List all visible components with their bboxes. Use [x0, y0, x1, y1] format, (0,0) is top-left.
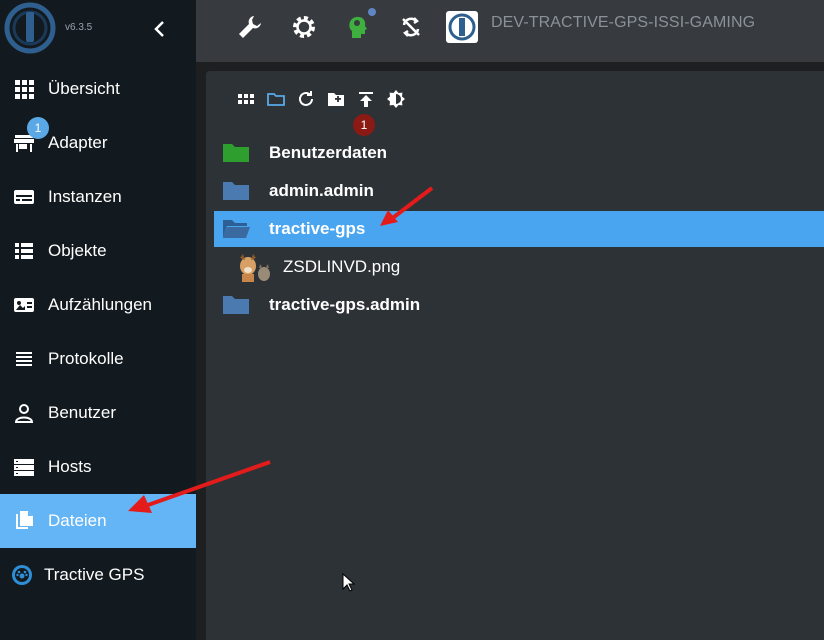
sidebar: v6.3.5 Übersicht Adapter 1 Instanzen Obj…: [0, 0, 196, 640]
file-name: ZSDLINVD.png: [283, 257, 401, 276]
file-name: Benutzerdaten: [269, 143, 388, 162]
nav-label: Tractive GPS: [44, 565, 145, 584]
refresh-icon[interactable]: [296, 89, 316, 109]
folder-icon: [223, 182, 249, 200]
file-row-tractive-gps-admin[interactable]: tractive-gps.admin: [214, 287, 824, 323]
nav-item-tractive-gps[interactable]: Tractive GPS: [0, 548, 196, 602]
upload-icon[interactable]: [356, 89, 376, 109]
nav-label: Aufzählungen: [48, 295, 152, 314]
nav-label: Adapter: [48, 133, 108, 152]
files-icon: [16, 511, 33, 529]
nav-item-dateien[interactable]: Dateien: [0, 494, 196, 548]
nav-item-instanzen[interactable]: Instanzen: [0, 170, 196, 224]
upload-count-badge: 1: [353, 114, 375, 136]
folder-view-icon[interactable]: [266, 89, 286, 109]
file-row-benutzerdaten[interactable]: Benutzerdaten: [214, 135, 824, 171]
nav-label: Instanzen: [48, 187, 122, 206]
top-bar: DEV-TRACTIVE-GPS-ISSI-GAMING: [196, 0, 824, 62]
nav-item-aufzaehlungen[interactable]: Aufzählungen: [0, 278, 196, 332]
chevron-left-icon: [154, 21, 164, 37]
instance-title: DEV-TRACTIVE-GPS-ISSI-GAMING: [491, 14, 756, 31]
instances-icon: [14, 190, 34, 204]
file-row-tractive-gps[interactable]: tractive-gps: [214, 211, 824, 247]
sync-disabled-icon[interactable]: [397, 13, 425, 41]
settings-gear-icon[interactable]: [290, 13, 318, 41]
mouse-cursor-icon: [342, 573, 356, 592]
nav-label: Übersicht: [48, 79, 120, 98]
nav-label: Objekte: [48, 241, 107, 260]
file-row-zsdlinvd-png[interactable]: ZSDLINVD.png: [214, 249, 824, 285]
grid-icon: [15, 80, 34, 99]
adapter-update-badge: 1: [27, 117, 49, 139]
nav-item-protokolle[interactable]: Protokolle: [0, 332, 196, 386]
file-name: tractive-gps.admin: [269, 295, 421, 314]
version-label: v6.3.5: [65, 22, 93, 33]
nav-item-hosts[interactable]: Hosts: [0, 440, 196, 494]
logo-area: v6.3.5: [0, 0, 196, 62]
view-grid-icon[interactable]: [236, 89, 256, 109]
nav-item-uebersicht[interactable]: Übersicht: [0, 62, 196, 116]
nav-label: Benutzer: [48, 403, 117, 422]
nav-item-benutzer[interactable]: Benutzer: [0, 386, 196, 440]
nav-label: Dateien: [48, 511, 107, 530]
hosts-icon: [14, 459, 34, 476]
brightness-icon[interactable]: [386, 89, 406, 109]
iobroker-logo[interactable]: [4, 2, 56, 54]
enum-icon: [14, 298, 34, 312]
folder-icon: [223, 296, 249, 314]
notification-dot: [368, 8, 376, 16]
nav-label: Protokolle: [48, 349, 124, 368]
add-folder-icon[interactable]: [326, 89, 346, 109]
folder-icon: [223, 144, 249, 162]
file-row-admin-admin[interactable]: admin.admin: [214, 173, 824, 209]
user-icon: [14, 404, 34, 423]
log-icon: [16, 352, 32, 366]
image-thumbnail-icon: [240, 254, 270, 282]
folder-open-icon: [223, 220, 250, 238]
wrench-icon[interactable]: [236, 13, 264, 41]
instance-logo-icon: [446, 11, 478, 43]
expert-mode-icon[interactable]: [344, 13, 372, 41]
nav-label: Hosts: [48, 457, 92, 476]
file-name: admin.admin: [269, 181, 374, 200]
tractive-icon: [12, 565, 32, 585]
file-name: tractive-gps: [269, 219, 366, 238]
collapse-sidebar-button[interactable]: [150, 17, 170, 41]
list-icon: [15, 243, 33, 259]
nav-item-objekte[interactable]: Objekte: [0, 224, 196, 278]
